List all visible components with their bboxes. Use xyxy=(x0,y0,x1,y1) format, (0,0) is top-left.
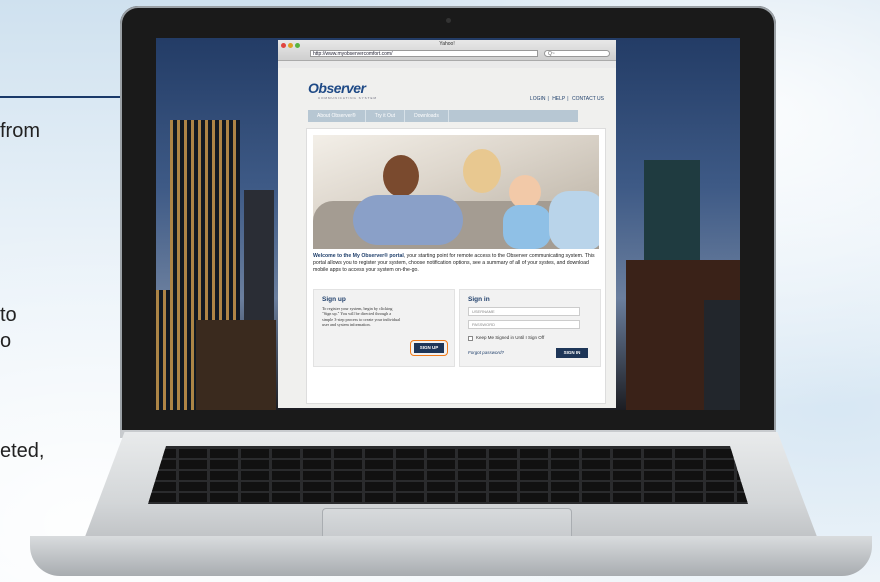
content-panel: Welcome to the My Observer® portal, your… xyxy=(306,128,606,404)
key-row xyxy=(148,471,748,480)
browser-window: Yahoo! http://www.myobservercomfort.com/… xyxy=(278,40,616,408)
laptop-front-edge xyxy=(30,536,872,576)
background-text-fragment: to xyxy=(0,304,17,326)
forgot-password-link[interactable]: Forgot password? xyxy=(468,350,504,355)
background-text-fragment: o xyxy=(0,330,12,352)
signup-text: To register your system, begin by clicki… xyxy=(322,306,401,328)
help-link[interactable]: HELP xyxy=(552,96,565,102)
woman-shirt xyxy=(549,191,599,249)
tab-about[interactable]: About Observer® xyxy=(308,110,366,122)
welcome-text: Welcome to the My Observer® portal, your… xyxy=(313,253,599,275)
building xyxy=(156,290,196,410)
signin-heading: Sign in xyxy=(468,296,490,303)
main-nav: About Observer® Try it Out Downloads xyxy=(308,110,578,122)
baby-head xyxy=(509,175,541,209)
building xyxy=(196,320,276,410)
tab-downloads[interactable]: Downloads xyxy=(405,110,449,122)
browser-title: Yahoo! xyxy=(439,41,455,47)
man-head xyxy=(383,155,419,197)
web-page: Observer COMMUNICATING SYSTEM LOGIN | HEL… xyxy=(278,68,616,408)
browser-search-field[interactable]: Q~ xyxy=(544,50,610,57)
background-text-fragment: from xyxy=(0,120,40,142)
username-field[interactable]: USERNAME xyxy=(468,307,580,316)
login-link[interactable]: LOGIN xyxy=(530,96,546,102)
key-row xyxy=(148,493,748,502)
logo-tagline: COMMUNICATING SYSTEM xyxy=(318,96,377,100)
background-text-fragment: eted, xyxy=(0,440,45,462)
laptop-screen: Yahoo! http://www.myobservercomfort.com/… xyxy=(156,38,740,410)
signin-box: Sign in USERNAME PASSWORD Keep Me Signed… xyxy=(459,289,601,367)
sign-in-button[interactable]: SIGN IN xyxy=(556,348,588,358)
top-links: LOGIN | HELP | CONTACT US xyxy=(529,96,604,102)
key-row xyxy=(148,460,748,469)
keep-signed-in-checkbox[interactable] xyxy=(468,336,473,341)
building xyxy=(704,300,740,410)
observer-logo[interactable]: Observer xyxy=(308,80,366,96)
url-field[interactable]: http://www.myobservercomfort.com/ xyxy=(310,50,538,57)
signup-box: Sign up To register your system, begin b… xyxy=(313,289,455,367)
hero-photo xyxy=(313,135,599,249)
browser-toolbar: Yahoo! http://www.myobservercomfort.com/… xyxy=(278,40,616,61)
key-row xyxy=(148,482,748,491)
keep-signed-in-label[interactable]: Keep Me Signed in Until I Sign Off xyxy=(476,335,544,340)
background-rule xyxy=(0,96,124,98)
contact-link[interactable]: CONTACT US xyxy=(572,96,604,102)
signup-heading: Sign up xyxy=(322,296,346,303)
baby-shirt xyxy=(503,205,551,249)
man-shirt xyxy=(353,195,463,245)
welcome-lead: Welcome to the My Observer® portal xyxy=(313,253,404,259)
keyboard xyxy=(148,446,748,504)
laptop-lid: Yahoo! http://www.myobservercomfort.com/… xyxy=(120,6,776,436)
camera-icon xyxy=(446,18,451,23)
sign-up-button[interactable]: SIGN UP xyxy=(414,343,444,353)
key-row xyxy=(148,449,748,458)
tab-try-it-out[interactable]: Try it Out xyxy=(366,110,406,122)
password-field[interactable]: PASSWORD xyxy=(468,320,580,329)
woman-head xyxy=(463,149,501,193)
